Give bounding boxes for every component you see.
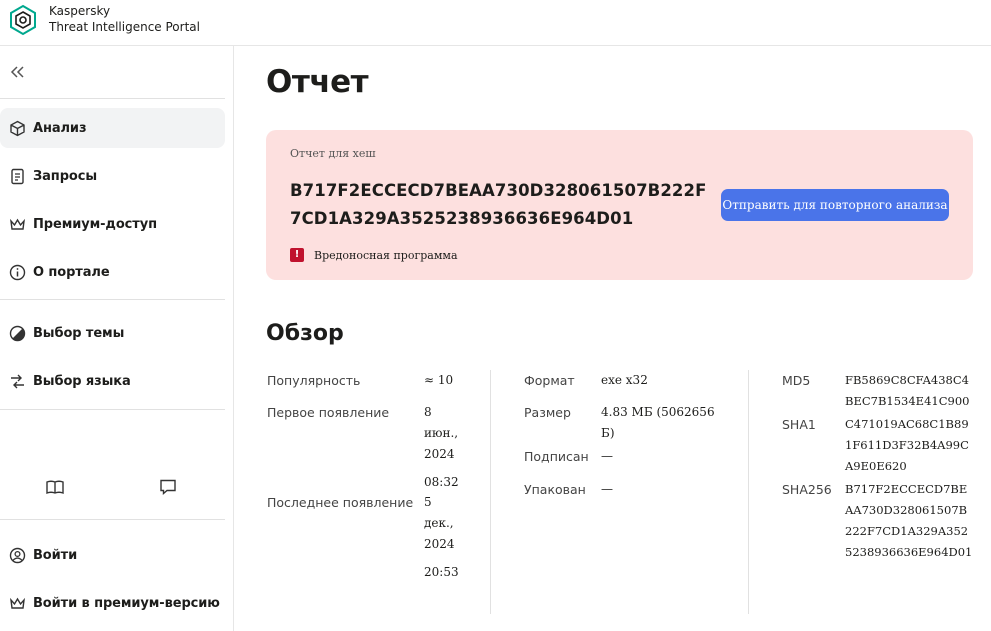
sha256-value: B717F2ECCECD7BEAA730D328061507B222F7CD1A… (845, 482, 973, 559)
crown-icon (8, 215, 26, 233)
popularity-value: ≈ 10 (424, 373, 454, 387)
sha256-label: SHA256 (782, 482, 832, 497)
brand-line-1: Kaspersky (49, 4, 111, 18)
kaspersky-logo-icon[interactable] (8, 4, 38, 36)
format-value: exe x32 (601, 373, 648, 387)
brand-line-2: Threat Intelligence Portal (49, 20, 200, 34)
first-seen-date-line: 2024 (424, 447, 455, 461)
column-divider (748, 370, 749, 614)
sidebar-item-premium[interactable]: Премиум-доступ (0, 204, 225, 244)
sidebar-divider (0, 409, 225, 410)
sidebar-item-label: Войти в премиум-версию (33, 595, 220, 611)
last-seen-time: 20:53 (424, 565, 459, 579)
crown-icon (8, 594, 26, 612)
reanalyze-button[interactable]: Отправить для повторного анализа (721, 189, 949, 221)
language-icon (8, 372, 26, 390)
sidebar-divider (0, 299, 225, 300)
top-bar: Kaspersky Threat Intelligence Portal (0, 0, 991, 46)
sidebar-item-label: Войти (33, 547, 78, 563)
sha1-value: C471019AC68C1B891F611D3F32B4A99CA9E0E620 (845, 417, 969, 473)
first-seen-time: 08:32 (424, 475, 459, 489)
column-divider (490, 370, 491, 614)
verdict-badge: ! Вредоносная программа (290, 248, 458, 262)
sidebar-divider (0, 98, 225, 99)
last-seen-value: 5 дек., 2024 20:53 (424, 492, 484, 583)
user-icon (8, 546, 26, 564)
first-seen-date-line: 8 (424, 405, 432, 419)
sidebar-item-language[interactable]: Выбор языка (0, 361, 225, 401)
info-icon (8, 263, 26, 281)
last-seen-date-line: 5 (424, 495, 432, 509)
sidebar: Анализ Запросы Премиум-доступ О портале … (0, 46, 234, 631)
sidebar-item-about[interactable]: О портале (0, 252, 225, 292)
sidebar-divider (0, 519, 225, 520)
first-seen-label: Первое появление (267, 405, 390, 420)
sidebar-item-label: Запросы (33, 168, 97, 184)
sidebar-item-login[interactable]: Войти (0, 535, 225, 575)
report-label: Отчет для хеш (290, 147, 376, 160)
sidebar-item-analysis[interactable]: Анализ (0, 108, 225, 148)
book-icon[interactable] (45, 477, 65, 497)
signed-label: Подписан (524, 449, 589, 464)
first-seen-date-line: июн., (424, 426, 459, 440)
last-seen-label: Последнее появление (267, 495, 414, 510)
cube-icon (8, 119, 26, 137)
brand-title[interactable]: Kaspersky Threat Intelligence Portal (49, 3, 200, 35)
page-title: Отчет (266, 64, 369, 100)
sha1-label: SHA1 (782, 417, 816, 432)
sidebar-item-theme[interactable]: Выбор темы (0, 313, 225, 353)
popularity-label: Популярность (267, 373, 361, 388)
packed-label: Упакован (524, 482, 586, 497)
sidebar-item-premium-login[interactable]: Войти в премиум-версию (0, 583, 225, 623)
packed-value: — (601, 482, 613, 496)
report-card: Отчет для хеш B717F2ECCECD7BEAA730D32806… (266, 130, 973, 280)
sidebar-item-label: О портале (33, 264, 110, 280)
sidebar-item-label: Выбор темы (33, 325, 125, 341)
theme-icon (8, 324, 26, 342)
size-value: 4.83 МБ (5062656 Б) (601, 405, 715, 440)
sidebar-item-label: Премиум-доступ (33, 216, 157, 232)
md5-value: FB5869C8CFA438C4BEC7B1534E41C900 (845, 373, 970, 408)
sidebar-item-requests[interactable]: Запросы (0, 156, 225, 196)
verdict-text: Вредоносная программа (314, 248, 458, 262)
report-hash: B717F2ECCECD7BEAA730D328061507B222F7CD1A… (290, 181, 707, 228)
size-label: Размер (524, 405, 571, 420)
sidebar-item-label: Анализ (33, 120, 87, 136)
feedback-icon[interactable] (158, 477, 178, 497)
alert-icon: ! (290, 248, 304, 262)
md5-label: MD5 (782, 373, 811, 388)
document-icon (8, 167, 26, 185)
overview-title: Обзор (266, 321, 344, 346)
last-seen-date-line: 2024 (424, 537, 455, 551)
last-seen-date-line: дек., (424, 516, 454, 530)
sidebar-item-label: Выбор языка (33, 373, 131, 389)
signed-value: — (601, 449, 613, 463)
first-seen-value: 8 июн., 2024 08:32 (424, 402, 484, 493)
format-label: Формат (524, 373, 575, 388)
collapse-sidebar-icon[interactable] (8, 63, 26, 81)
